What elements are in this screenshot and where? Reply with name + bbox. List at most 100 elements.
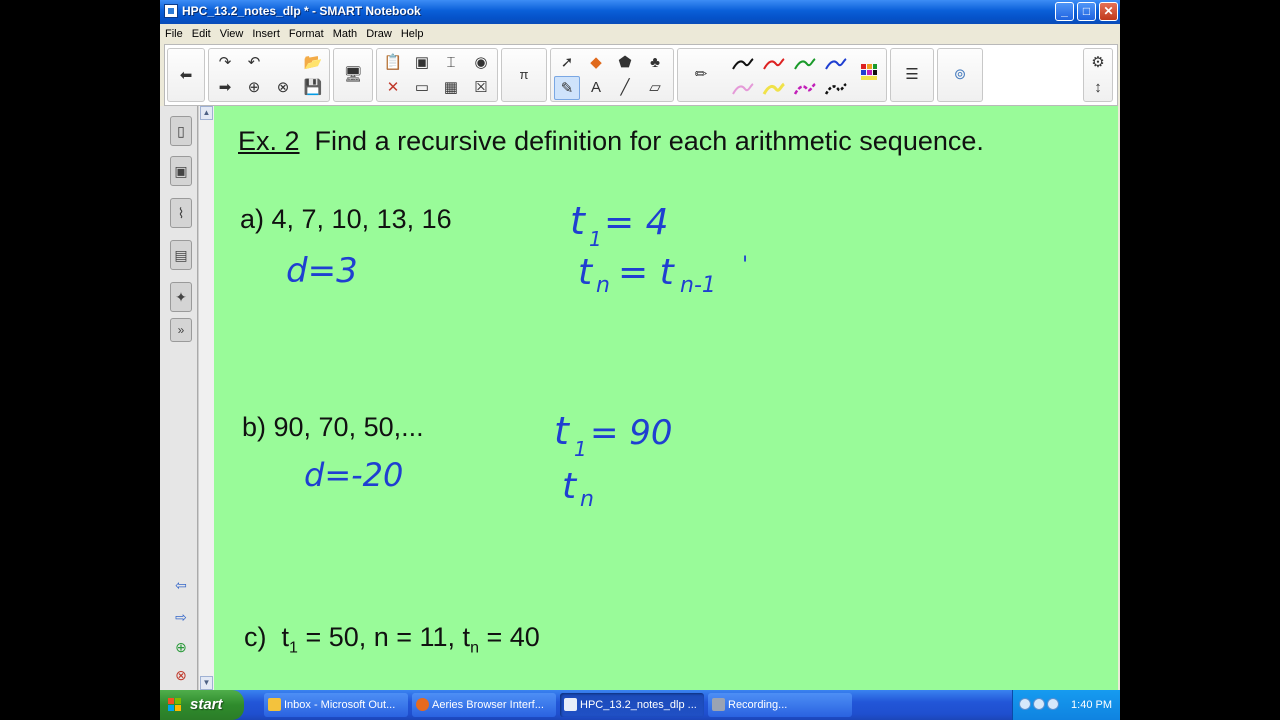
pencil-icon[interactable]: ✏ xyxy=(688,63,714,87)
screen-shade-icon[interactable]: ⌶ xyxy=(438,51,464,75)
eraser-icon[interactable]: ⬟ xyxy=(612,51,638,75)
attachments-icon[interactable]: ⌇ xyxy=(170,198,192,228)
table-icon[interactable]: ▦ xyxy=(438,76,464,100)
redo-icon[interactable]: ↷ xyxy=(212,51,238,75)
toolbar-group-navigation: ⬅ xyxy=(167,48,205,102)
pen-magenta-dashed-icon[interactable] xyxy=(792,79,818,99)
back-arrow-icon[interactable]: ⬅ xyxy=(173,64,199,88)
menu-format[interactable]: Format xyxy=(284,26,328,40)
previous-page-icon[interactable]: ⇦ xyxy=(170,574,192,598)
maximize-button[interactable]: □ xyxy=(1077,2,1096,21)
task-recording-label: Recording... xyxy=(728,699,788,711)
tray-volume-icon[interactable] xyxy=(1047,698,1059,710)
side-tab-bar: ▯ ▣ ⌇ ▤ ✦ » ⇦ ⇨ ⊕ ⊗ xyxy=(160,106,198,690)
firefox-icon xyxy=(416,698,429,711)
paste-icon[interactable]: 📋 xyxy=(380,51,406,75)
toolbar-group-display: 🖥 xyxy=(333,48,373,102)
close-box-icon[interactable]: ☒ xyxy=(468,76,494,100)
menu-view[interactable]: View xyxy=(215,26,248,40)
fill-icon[interactable]: ♣ xyxy=(642,51,668,75)
open-folder-icon[interactable]: 📂 xyxy=(300,51,326,75)
task-smart-notebook[interactable]: HPC_13.2_notes_dlp ... xyxy=(560,693,704,717)
ink-b-t1-val: = 90 xyxy=(590,413,673,453)
color-palette-icon[interactable] xyxy=(856,63,882,87)
forward-arrow-icon[interactable]: ➡ xyxy=(212,76,238,100)
delete-icon[interactable]: ✕ xyxy=(380,76,406,100)
pen-black-dashed-icon[interactable] xyxy=(823,79,849,99)
ink-b-tn: t xyxy=(562,466,578,507)
menu-file[interactable]: File xyxy=(160,26,187,40)
line-icon[interactable]: ╱ xyxy=(612,76,638,100)
erase-icon[interactable]: ▱ xyxy=(642,76,668,100)
pens-icon[interactable]: ✎ xyxy=(554,76,580,100)
minimize-button[interactable]: _ xyxy=(1055,2,1074,21)
recorder-icon[interactable]: ◉ xyxy=(468,51,494,75)
text-icon[interactable]: A xyxy=(583,76,609,100)
delete-page-side-icon[interactable]: ⊗ xyxy=(170,664,192,688)
scroll-up-icon[interactable]: ▲ xyxy=(200,106,213,120)
toolbar-group-tools: ➚ ◆ ⬟ ♣ ✎ A ╱ ▱ xyxy=(550,48,674,102)
outlook-icon xyxy=(268,698,281,711)
tray-network-icon[interactable] xyxy=(1033,698,1045,710)
scroll-down-icon[interactable]: ▼ xyxy=(200,676,213,690)
ink-a-tn-sub: n xyxy=(596,273,610,298)
ink-b-t1-sub: 1 xyxy=(574,437,587,461)
clock[interactable]: 1:40 PM xyxy=(1071,690,1112,720)
toolbar-group-edit: 📋 ▣ ⌶ ◉ ✕ ▭ ▦ ☒ xyxy=(376,48,498,102)
ink-b-tn-sub: n xyxy=(580,487,594,512)
app-icon xyxy=(164,4,178,18)
menu-draw[interactable]: Draw xyxy=(361,26,396,40)
expand-side-panel-icon[interactable]: » xyxy=(170,318,192,342)
task-smart-notebook-label: HPC_13.2_notes_dlp ... xyxy=(580,699,697,711)
pen-black-icon[interactable] xyxy=(730,54,756,74)
screen-display-icon[interactable]: 🖥 xyxy=(340,63,366,87)
menu-math[interactable]: Math xyxy=(328,26,361,40)
math-pi-icon[interactable]: π xyxy=(511,63,537,87)
properties-icon[interactable]: ▤ xyxy=(170,240,192,270)
toolbar-group-transparency: ⊚ xyxy=(937,48,983,102)
ink-a-tn: t xyxy=(578,252,594,293)
task-outlook[interactable]: Inbox - Microsoft Out... xyxy=(264,693,408,717)
document-camera-icon[interactable]: ▭ xyxy=(409,76,435,100)
save-icon[interactable]: 💾 xyxy=(300,76,326,100)
highlighter-yellow-icon[interactable] xyxy=(761,79,787,99)
menu-bar: File Edit View Insert Format Math Draw Help xyxy=(160,24,1120,42)
ink-b-d: d=-20 xyxy=(304,456,403,494)
menu-insert[interactable]: Insert xyxy=(247,26,284,40)
undo-icon[interactable]: ↶ xyxy=(241,51,267,75)
page-sorter-icon[interactable]: ▯ xyxy=(170,116,192,146)
title-bar[interactable]: HPC_13.2_notes_dlp * - SMART Notebook _ … xyxy=(160,0,1120,24)
vertical-scrollbar[interactable]: ▲ ▼ xyxy=(198,106,214,690)
line-style-icon[interactable]: ☰ xyxy=(899,63,925,87)
screen-capture-icon[interactable]: ▣ xyxy=(409,51,435,75)
pen-blue-icon[interactable] xyxy=(823,54,849,74)
select-arrow-icon[interactable]: ➚ xyxy=(554,51,580,75)
gear-icon[interactable]: ⚙ xyxy=(1085,51,1111,75)
add-page-icon[interactable]: ⊕ xyxy=(241,76,267,100)
ink-a-tn-eq: = t xyxy=(618,252,676,293)
pen-red-icon[interactable] xyxy=(761,54,787,74)
toolbar-group-pens: ✏ xyxy=(677,48,887,102)
delete-page-icon[interactable]: ⊗ xyxy=(270,76,296,100)
addons-icon[interactable]: ✦ xyxy=(170,282,192,312)
menu-edit[interactable]: Edit xyxy=(187,26,215,40)
toolbar-group-settings: ⚙ ↕ xyxy=(1083,48,1113,102)
tray-help-icon[interactable] xyxy=(1019,698,1031,710)
ink-a-t1: t xyxy=(570,199,587,243)
task-firefox[interactable]: Aeries Browser Interf... xyxy=(412,693,556,717)
start-button[interactable]: start xyxy=(160,690,244,720)
gallery-icon[interactable]: ▣ xyxy=(170,156,192,186)
add-page-side-icon[interactable]: ⊕ xyxy=(170,636,192,660)
menu-help[interactable]: Help xyxy=(396,26,428,40)
windows-flag-icon xyxy=(168,698,181,711)
task-recording[interactable]: Recording... xyxy=(708,693,852,717)
pen-green-icon[interactable] xyxy=(792,54,818,74)
next-page-icon[interactable]: ⇨ xyxy=(170,606,192,630)
notebook-page[interactable]: Ex. 2 Find a recursive definition for ea… xyxy=(214,106,1118,690)
toolbar-position-icon[interactable]: ↕ xyxy=(1085,76,1111,100)
transparency-icon[interactable]: ⊚ xyxy=(947,63,973,87)
close-button[interactable]: ✕ xyxy=(1099,2,1118,21)
ink-a-t1-val: = 4 xyxy=(604,202,669,243)
shapes-icon[interactable]: ◆ xyxy=(583,51,609,75)
highlighter-pink-icon[interactable] xyxy=(730,79,756,99)
